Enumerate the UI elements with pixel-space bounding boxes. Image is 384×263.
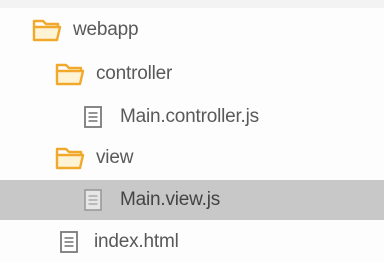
tree-item-label: Main.controller.js [120,106,259,127]
folder-open-icon [55,146,85,170]
file-icon [82,188,104,212]
tree-item-label: index.html [94,231,179,252]
tree-item-index-html[interactable]: index.html [0,222,384,262]
tree-item-main-view-js[interactable]: Main.view.js [0,180,384,220]
tree-item-main-controller-js[interactable]: Main.controller.js [0,97,384,137]
tree-item-controller[interactable]: controller [0,54,384,94]
tree-item-webapp[interactable]: webapp [0,10,384,50]
folder-open-icon [55,62,85,86]
file-icon [82,105,104,129]
folder-open-icon [32,18,62,42]
tree-item-label: view [96,147,134,168]
tree-item-view[interactable]: view [0,138,384,178]
tree-item-label: webapp [73,19,139,40]
file-explorer-tree: webapp controller Main.controller.js vie… [0,0,384,263]
file-icon [58,230,80,254]
top-edge [0,0,384,8]
tree-item-label: Main.view.js [120,189,221,210]
tree-item-label: controller [96,63,173,84]
